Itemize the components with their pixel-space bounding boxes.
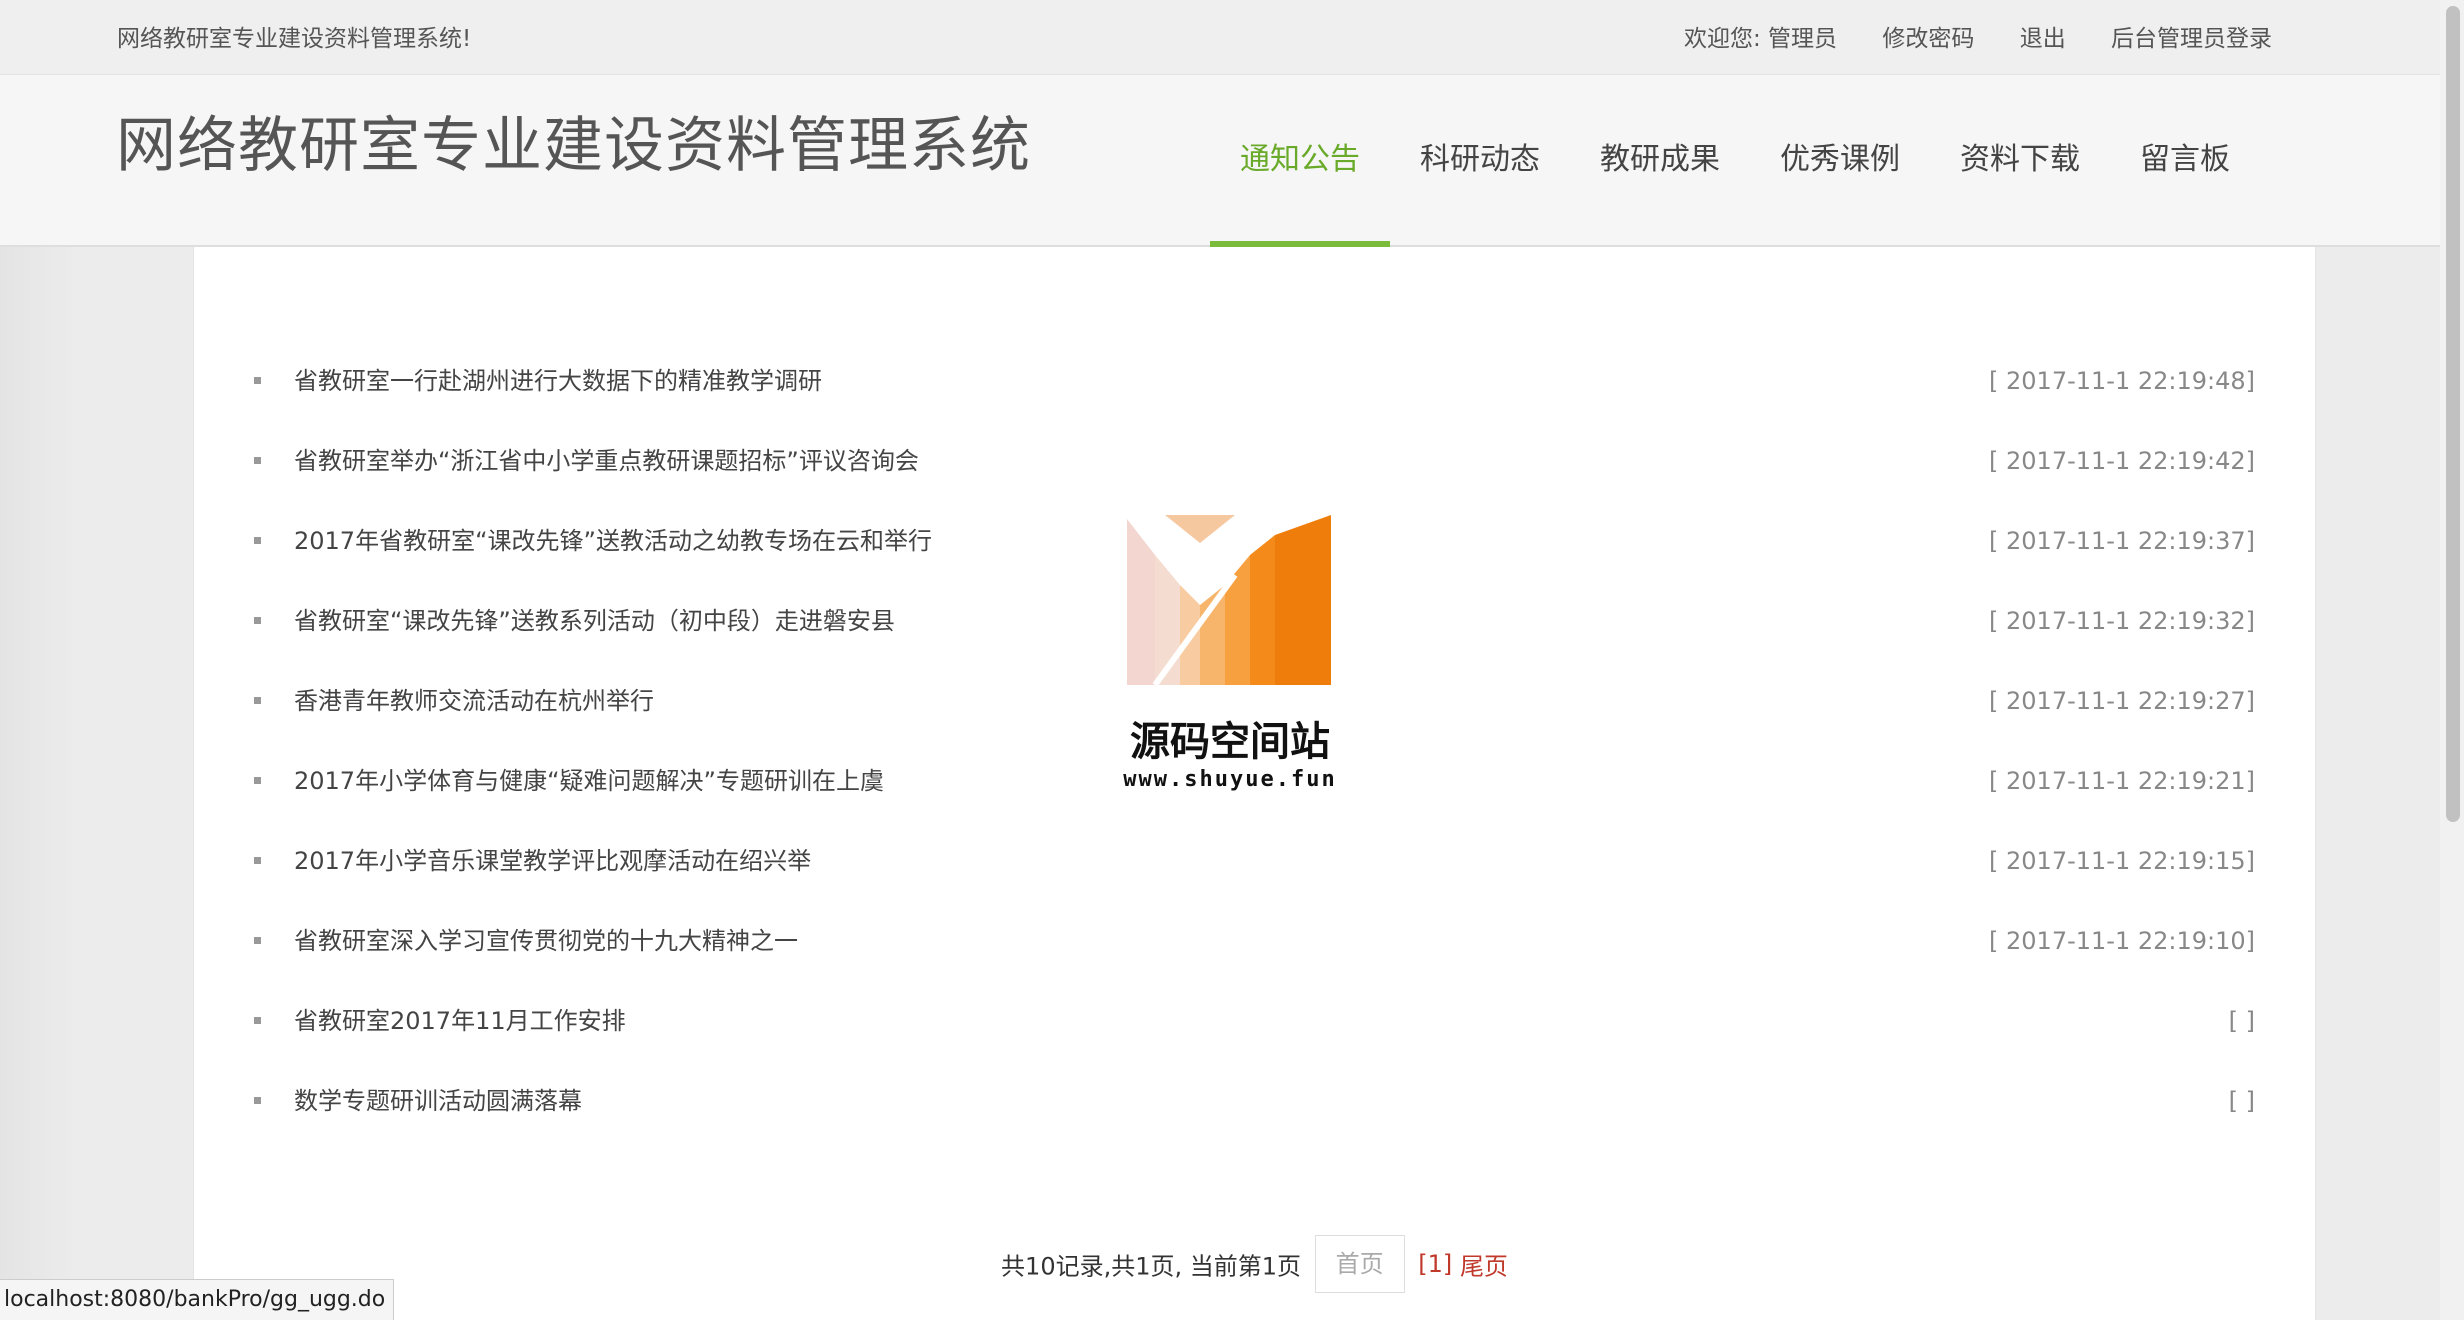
nav-label: 优秀课例	[1780, 142, 1900, 177]
site-header: 网络教研室专业建设资料管理系统 通知公告 科研动态 教研成果 优秀课例 资料下载…	[0, 75, 2440, 247]
pagination-summary: 共10记录,共1页, 当前第1页	[1001, 1252, 1302, 1281]
notice-title[interactable]: 2017年小学体育与健康“疑难问题解决”专题研训在上虞	[294, 741, 884, 821]
bullet-icon	[254, 1097, 261, 1104]
bullet-icon	[254, 377, 261, 384]
notice-title[interactable]: 2017年小学音乐课堂教学评比观摩活动在绍兴举	[294, 821, 811, 901]
page-number-link[interactable]: [1]	[1418, 1250, 1452, 1278]
vertical-scrollbar[interactable]	[2440, 0, 2464, 1320]
notice-title[interactable]: 2017年省教研室“课改先锋”送教活动之幼教专场在云和举行	[294, 501, 932, 581]
nav-item-downloads[interactable]: 资料下载	[1930, 75, 2110, 245]
notice-title[interactable]: 省教研室一行赴湖州进行大数据下的精准教学调研	[294, 341, 822, 421]
list-item[interactable]: 省教研室举办“浙江省中小学重点教研课题招标”评议咨询会 [ 2017-11-1 2…	[194, 421, 2315, 501]
nav-label: 留言板	[2140, 142, 2230, 177]
watermark-url: www.shuyue.fun	[1123, 767, 1337, 792]
list-item[interactable]: 省教研室深入学习宣传贯彻党的十九大精神之一 [ 2017-11-1 22:19:1…	[194, 901, 2315, 981]
first-page-button[interactable]: 首页	[1314, 1235, 1405, 1293]
notice-date: [ 2017-11-1 22:19:42]	[1989, 447, 2255, 475]
watermark-logo-icon	[1127, 515, 1331, 685]
bullet-icon	[254, 537, 261, 544]
site-slogan: 网络教研室专业建设资料管理系统!	[117, 26, 472, 52]
notice-date: [ ]	[2228, 1087, 2255, 1115]
notice-title[interactable]: 省教研室2017年11月工作安排	[294, 981, 626, 1061]
bullet-icon	[254, 937, 261, 944]
list-item[interactable]: 省教研室2017年11月工作安排 [ ]	[194, 981, 2315, 1061]
nav-label: 通知公告	[1240, 142, 1360, 177]
nav-label: 教研成果	[1600, 142, 1720, 177]
list-item[interactable]: 数学专题研训活动圆满落幕 [ ]	[194, 1061, 2315, 1141]
site-title[interactable]: 网络教研室专业建设资料管理系统	[116, 97, 1031, 184]
notice-date: [ 2017-11-1 22:19:21]	[1989, 767, 2255, 795]
notice-date: [ ]	[2228, 1007, 2255, 1035]
status-bar-url: localhost:8080/bankPro/gg_ugg.do	[0, 1279, 395, 1320]
welcome-user: 欢迎您: 管理员	[1684, 26, 1838, 52]
page-background	[0, 247, 193, 1320]
notice-date: [ 2017-11-1 22:19:15]	[1989, 847, 2255, 875]
list-item[interactable]: 省教研室一行赴湖州进行大数据下的精准教学调研 [ 2017-11-1 22:19:…	[194, 341, 2315, 421]
nav-item-research-results[interactable]: 教研成果	[1570, 75, 1750, 245]
nav-item-excellent-lessons[interactable]: 优秀课例	[1750, 75, 1930, 245]
nav-item-message-board[interactable]: 留言板	[2110, 75, 2260, 245]
notice-date: [ 2017-11-1 22:19:10]	[1989, 927, 2255, 955]
admin-login-link[interactable]: 后台管理员登录	[2111, 26, 2272, 52]
bullet-icon	[254, 1017, 261, 1024]
pagination: 共10记录,共1页, 当前第1页 首页 [1] 尾页	[194, 1235, 2315, 1293]
bullet-icon	[254, 617, 261, 624]
nav-label: 资料下载	[1960, 142, 2080, 177]
watermark-title: 源码空间站	[1130, 719, 1330, 765]
bullet-icon	[254, 697, 261, 704]
notice-title[interactable]: 省教研室举办“浙江省中小学重点教研课题招标”评议咨询会	[294, 421, 919, 501]
notice-title[interactable]: 省教研室深入学习宣传贯彻党的十九大精神之一	[294, 901, 798, 981]
nav-label: 科研动态	[1420, 142, 1540, 177]
notice-title[interactable]: 香港青年教师交流活动在杭州举行	[294, 661, 654, 741]
main-nav: 通知公告 科研动态 教研成果 优秀课例 资料下载 留言板	[1210, 75, 2260, 247]
top-bar: 网络教研室专业建设资料管理系统! 欢迎您: 管理员 修改密码 退出 后台管理员登…	[0, 0, 2440, 75]
nav-item-research-news[interactable]: 科研动态	[1390, 75, 1570, 245]
bullet-icon	[254, 777, 261, 784]
change-password-link[interactable]: 修改密码	[1882, 26, 1974, 52]
logout-link[interactable]: 退出	[2020, 26, 2066, 52]
scrollbar-thumb[interactable]	[2446, 6, 2460, 822]
notice-title[interactable]: 省教研室“课改先锋”送教系列活动（初中段）走进磐安县	[294, 581, 895, 661]
bullet-icon	[254, 457, 261, 464]
notice-date: [ 2017-11-1 22:19:32]	[1989, 607, 2255, 635]
notice-title[interactable]: 数学专题研训活动圆满落幕	[294, 1061, 582, 1141]
notice-date: [ 2017-11-1 22:19:48]	[1989, 367, 2255, 395]
notice-date: [ 2017-11-1 22:19:27]	[1989, 687, 2255, 715]
last-page-link[interactable]: 尾页	[1460, 1253, 1508, 1281]
notice-date: [ 2017-11-1 22:19:37]	[1989, 527, 2255, 555]
nav-item-notices[interactable]: 通知公告	[1210, 75, 1390, 247]
user-links: 欢迎您: 管理员 修改密码 退出 后台管理员登录	[1684, 19, 2272, 53]
bullet-icon	[254, 857, 261, 864]
list-item[interactable]: 2017年小学音乐课堂教学评比观摩活动在绍兴举 [ 2017-11-1 22:19…	[194, 821, 2315, 901]
watermark: 源码空间站 www.shuyue.fun	[1110, 515, 1350, 805]
